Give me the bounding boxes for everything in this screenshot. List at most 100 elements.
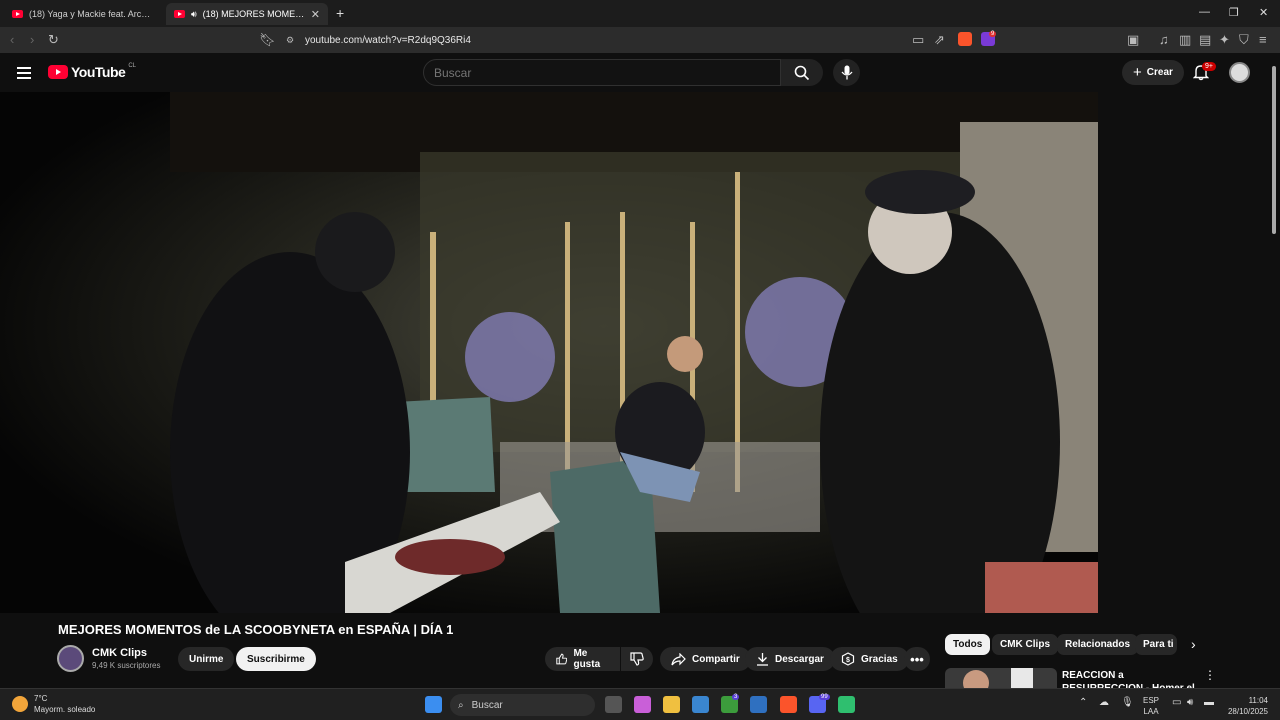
- media-icon[interactable]: ♫: [1159, 32, 1169, 47]
- subscribe-button[interactable]: Suscribirme: [236, 647, 316, 671]
- like-button[interactable]: Me gusta: [545, 647, 620, 671]
- system-clock[interactable]: 11:04 28/10/2025: [1222, 695, 1268, 717]
- svg-text:$: $: [846, 657, 850, 664]
- mic-tray-icon[interactable]: 🎙︎: [1121, 697, 1134, 708]
- more-actions-button[interactable]: •••: [904, 647, 930, 671]
- restore-window-icon[interactable]: ❐: [1229, 6, 1239, 19]
- chip-para-ti[interactable]: Para ti: [1135, 634, 1177, 655]
- recommended-title[interactable]: REACCION a RESURRECCION - Homer el Mero …: [1062, 669, 1202, 688]
- chip-relacionados[interactable]: Relacionados: [1057, 634, 1139, 655]
- weather-widget[interactable]: 7°C Mayorm. soleado: [12, 693, 95, 715]
- chip-label: Todos: [953, 639, 983, 650]
- menu-icon[interactable]: ≡: [1259, 32, 1267, 47]
- site-settings-icon[interactable]: ⚙: [286, 35, 294, 46]
- player-side-area: [1098, 92, 1268, 613]
- hamburger-menu-icon[interactable]: [17, 67, 31, 79]
- search-button[interactable]: [781, 59, 823, 86]
- subscribe-label: Suscribirme: [247, 653, 305, 665]
- chat-app-icon[interactable]: [838, 696, 855, 713]
- leo-ai-icon[interactable]: ✦: [1219, 32, 1230, 48]
- copilot-icon[interactable]: [634, 696, 651, 713]
- close-window-icon[interactable]: ✕: [1259, 6, 1268, 19]
- download-button[interactable]: Descargar: [745, 647, 835, 671]
- youtube-favicon-icon: [12, 10, 23, 18]
- task-view-icon[interactable]: [605, 696, 622, 713]
- youtube-logo-text: YouTube: [71, 64, 126, 80]
- channel-name[interactable]: CMK Clips: [92, 647, 147, 659]
- recommended-more-icon[interactable]: ⋮: [1204, 668, 1216, 682]
- chip-todos[interactable]: Todos: [945, 634, 991, 655]
- chip-label: CMK Clips: [1000, 639, 1050, 650]
- speaker-icon[interactable]: 🔊︎: [191, 9, 197, 20]
- reload-icon[interactable]: ↻: [48, 32, 59, 48]
- network-icon[interactable]: ▭: [1172, 697, 1181, 708]
- xbox-badge: 3: [732, 694, 740, 700]
- discord-badge: 99: [819, 694, 830, 700]
- recommended-thumbnail[interactable]: [945, 668, 1057, 688]
- taskbar-search-icon: ⌕: [458, 699, 464, 711]
- brave-shields-icon[interactable]: [958, 32, 972, 46]
- address-bar[interactable]: ⚙ youtube.com/watch?v=R2dq9Q36Ri4: [280, 30, 1000, 50]
- taskbar-search[interactable]: ⌕ Buscar: [450, 694, 595, 716]
- vpn-icon[interactable]: ⛉: [1239, 32, 1249, 48]
- cast-icon[interactable]: ▭: [912, 32, 924, 48]
- thumbs-down-icon: [630, 652, 644, 666]
- video-title: MEJORES MOMENTOS de LA SCOOBYNETA en ESP…: [58, 622, 454, 637]
- chips-next-icon[interactable]: ›: [1191, 636, 1196, 652]
- scrollbar-thumb[interactable]: [1272, 66, 1276, 234]
- youtube-header: YouTube CL + Crear 9+: [0, 53, 1280, 92]
- browser-toolbar: ‹ › ↻ 🔖︎ ⚙ youtube.com/watch?v=R2dq9Q36R…: [0, 27, 1280, 53]
- country-code: CL: [128, 63, 136, 69]
- thumbnail-face: [963, 670, 989, 688]
- browser-tab-bar: (18) Yaga y Mackie feat. Arcangel y d 🔊︎…: [0, 0, 1280, 27]
- brave-browser-icon[interactable]: [780, 696, 797, 713]
- volume-icon[interactable]: 🔊︎: [1187, 697, 1193, 708]
- share-page-icon[interactable]: ⇗: [934, 32, 945, 48]
- windows-start-icon[interactable]: [425, 696, 442, 713]
- search-icon: [794, 65, 810, 80]
- bookmark-icon[interactable]: 🔖︎: [259, 32, 276, 48]
- weather-sun-icon: [12, 696, 28, 712]
- store-icon[interactable]: [692, 696, 709, 713]
- search-input[interactable]: [423, 59, 781, 86]
- voice-search-button[interactable]: [833, 59, 860, 86]
- tab-mejores-momentos[interactable]: 🔊︎ (18) MEJORES MOMENTOS d ✕: [166, 3, 328, 25]
- download-icon: [757, 653, 768, 666]
- video-frame: [0, 92, 1098, 613]
- url-text: youtube.com/watch?v=R2dq9Q36Ri4: [305, 34, 471, 46]
- sidebar-icon[interactable]: ▥: [1179, 32, 1191, 48]
- dislike-button[interactable]: [621, 647, 653, 671]
- new-tab-button[interactable]: +: [336, 5, 344, 21]
- wallet-icon[interactable]: ▤: [1199, 32, 1211, 48]
- forward-icon[interactable]: ›: [30, 32, 34, 47]
- tab-label: (18) MEJORES MOMENTOS d: [202, 9, 305, 19]
- thumbnail-figure: [1011, 668, 1033, 688]
- tab-yaga-mackie[interactable]: (18) Yaga y Mackie feat. Arcangel y d: [4, 3, 162, 25]
- thanks-button[interactable]: $ Gracias: [830, 647, 909, 671]
- screenshot-icon[interactable]: ▣: [1127, 32, 1139, 48]
- keyboard-layout: LAA: [1143, 707, 1159, 716]
- subscriber-count: 9,49 K suscriptores: [92, 661, 161, 670]
- tray-overflow-icon[interactable]: ⌃: [1079, 697, 1087, 708]
- file-explorer-icon[interactable]: [663, 696, 680, 713]
- channel-avatar[interactable]: [57, 645, 84, 672]
- back-icon[interactable]: ‹: [10, 32, 14, 47]
- video-player[interactable]: [0, 92, 1098, 613]
- tab-label: (18) Yaga y Mackie feat. Arcangel y d: [29, 9, 154, 19]
- create-button[interactable]: + Crear: [1122, 60, 1184, 85]
- chip-cmk-clips[interactable]: CMK Clips: [992, 634, 1058, 655]
- close-tab-icon[interactable]: ✕: [311, 8, 320, 21]
- onedrive-icon[interactable]: ☁: [1099, 697, 1109, 708]
- input-language[interactable]: ESP LAA: [1143, 695, 1159, 717]
- share-button[interactable]: Compartir: [660, 647, 751, 671]
- youtube-favicon-icon: [174, 10, 185, 18]
- account-avatar[interactable]: [1229, 62, 1250, 83]
- battery-icon[interactable]: ▬: [1204, 697, 1214, 708]
- minimize-window-icon[interactable]: —: [1199, 6, 1210, 18]
- taskbar-search-label: Buscar: [471, 699, 503, 711]
- page-scrollbar[interactable]: [1270, 56, 1278, 696]
- mail-icon[interactable]: [750, 696, 767, 713]
- chip-label: Relacionados: [1065, 639, 1131, 650]
- join-button[interactable]: Unirme: [178, 647, 235, 671]
- youtube-logo[interactable]: YouTube CL: [48, 63, 136, 80]
